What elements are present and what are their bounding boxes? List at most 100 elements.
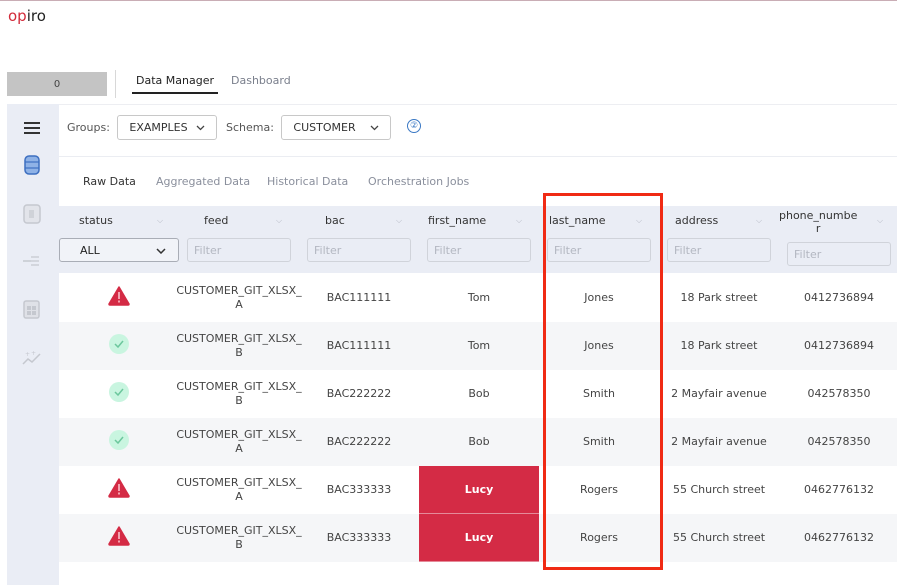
table-row[interactable]: CUSTOMER_GIT_XLSX_ B BAC333333 Lucy Rogers 5… [59,514,897,562]
header-divider [115,70,116,98]
subtab-orchestration-jobs[interactable]: Orchestration Jobs [368,175,469,188]
table-row[interactable]: CUSTOMER_GIT_XLSX_ A BAC222222 Bob Smith 2 M… [59,418,897,466]
status-cell[interactable] [59,514,179,562]
app-logo: opiro [8,7,46,25]
chevron-down-icon[interactable]: ⌵ [396,216,406,226]
first-name-filter-input[interactable]: Filter [427,238,531,262]
status-cell[interactable] [59,418,179,466]
success-check-icon [109,382,129,406]
last-name-cell[interactable]: Smith [539,370,659,418]
last-name-cell[interactable]: Rogers [539,514,659,562]
document-icon[interactable] [21,203,43,225]
last-name-filter-input[interactable]: Filter [547,238,651,262]
phone-number-filter-input[interactable]: Filter [787,242,891,266]
bac-cell[interactable]: BAC111111 [299,274,419,322]
column-header-status[interactable]: status [79,214,113,227]
nav-tab-dashboard[interactable]: Dashboard [231,74,291,87]
bac-cell[interactable]: BAC222222 [299,418,419,466]
table-row[interactable]: CUSTOMER_GIT_XLSX_ B BAC222222 Bob Smith 2 M… [59,370,897,418]
feed-cell[interactable]: CUSTOMER_GIT_XLSX_ A [176,274,301,322]
column-header-address[interactable]: address [675,214,718,227]
status-cell[interactable] [59,322,179,370]
column-header-feed[interactable]: feed [204,214,228,227]
database-icon[interactable] [21,154,43,176]
status-cell[interactable] [59,370,179,418]
chevron-down-icon[interactable]: ⌵ [636,216,646,226]
feed-cell[interactable]: CUSTOMER_GIT_XLSX_ B [176,322,301,370]
chevron-down-icon[interactable]: ⌵ [276,216,286,226]
groups-value: EXAMPLES [129,121,188,134]
column-header-first-name[interactable]: first_name [428,214,486,227]
chevron-down-icon[interactable]: ⌵ [877,216,887,226]
table-row[interactable]: CUSTOMER_GIT_XLSX_ A BAC333333 Lucy Rogers 5… [59,466,897,514]
help-icon[interactable]: ② [407,119,421,133]
plug-icon[interactable] [21,250,43,272]
last-name-cell[interactable]: Rogers [539,466,659,514]
success-check-icon [109,334,129,358]
sidebar: + + [7,104,59,585]
column-header-phone-number[interactable]: phone_numbe r [779,209,857,235]
status-cell[interactable] [59,466,179,514]
chevron-down-icon[interactable]: ⌵ [157,216,167,226]
column-header-bac[interactable]: bac [325,214,345,227]
error-warning-icon [108,526,130,550]
table-row[interactable]: CUSTOMER_GIT_XLSX_ A BAC111111 Tom Jones 18 … [59,274,897,322]
schema-select[interactable]: CUSTOMER [281,115,391,140]
phone-number-cell[interactable]: 042578350 [779,370,897,418]
chevron-down-icon [156,248,166,254]
subtab-aggregated-data[interactable]: Aggregated Data [156,175,250,188]
address-cell[interactable]: 55 Church street [659,514,779,562]
top-border [0,0,897,1]
phone-number-cell[interactable]: 0412736894 [779,274,897,322]
menu-icon[interactable] [21,117,43,139]
address-cell[interactable]: 2 Mayfair avenue [659,418,779,466]
status-filter-select[interactable]: ALL [59,238,179,262]
address-cell[interactable]: 55 Church street [659,466,779,514]
address-cell[interactable]: 18 Park street [659,274,779,322]
first-name-cell[interactable]: Tom [419,274,539,322]
address-cell[interactable]: 2 Mayfair avenue [659,370,779,418]
first-name-cell[interactable]: Lucy [419,466,539,514]
phone-number-cell[interactable]: 0462776132 [779,514,897,562]
last-name-cell[interactable]: Jones [539,274,659,322]
sparkle-chart-icon[interactable]: + + [21,347,43,369]
feed-cell[interactable]: CUSTOMER_GIT_XLSX_ B [176,370,301,418]
first-name-cell[interactable]: Bob [419,370,539,418]
status-cell[interactable] [59,274,179,322]
first-name-cell[interactable]: Lucy [419,514,539,562]
feed-filter-input[interactable]: Filter [187,238,291,262]
subtab-historical-data[interactable]: Historical Data [267,175,348,188]
bac-cell[interactable]: BAC111111 [299,322,419,370]
groups-label: Groups: [67,121,110,134]
bac-cell[interactable]: BAC333333 [299,466,419,514]
feed-cell[interactable]: CUSTOMER_GIT_XLSX_ A [176,418,301,466]
calendar-icon[interactable] [21,299,43,321]
address-cell[interactable]: 18 Park street [659,322,779,370]
table-row[interactable]: CUSTOMER_GIT_XLSX_ B BAC111111 Tom Jones 18 … [59,322,897,370]
phone-number-cell[interactable]: 042578350 [779,418,897,466]
success-check-icon [109,430,129,454]
feed-cell[interactable]: CUSTOMER_GIT_XLSX_ A [176,466,301,514]
last-name-cell[interactable]: Jones [539,322,659,370]
feed-cell[interactable]: CUSTOMER_GIT_XLSX_ B [176,514,301,562]
last-name-cell[interactable]: Smith [539,418,659,466]
groups-select[interactable]: EXAMPLES [117,115,217,140]
bac-cell[interactable]: BAC333333 [299,514,419,562]
bac-cell[interactable]: BAC222222 [299,370,419,418]
chevron-down-icon [196,125,205,130]
chevron-down-icon[interactable]: ⌵ [756,216,766,226]
first-name-cell[interactable]: Bob [419,418,539,466]
bac-filter-input[interactable]: Filter [307,238,411,262]
phone-number-cell[interactable]: 0412736894 [779,322,897,370]
schema-value: CUSTOMER [293,121,356,134]
first-name-cell[interactable]: Tom [419,322,539,370]
column-header-last-name[interactable]: last_name [549,214,606,227]
svg-text:+: + [25,351,30,358]
address-filter-input[interactable]: Filter [667,238,771,262]
chevron-down-icon[interactable]: ⌵ [516,216,526,226]
subtab-raw-data[interactable]: Raw Data [83,175,136,188]
status-filter-value: ALL [80,243,100,257]
phone-number-cell[interactable]: 0462776132 [779,466,897,514]
nav-tab-data-manager[interactable]: Data Manager [132,74,218,94]
counter-box: 0 [7,72,107,96]
